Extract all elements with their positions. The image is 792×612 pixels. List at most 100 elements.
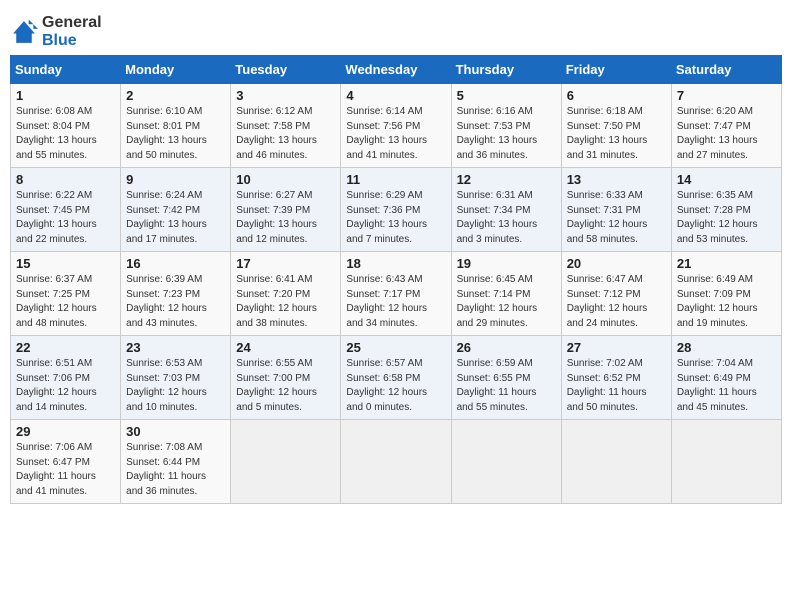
day-number: 15 bbox=[16, 256, 115, 271]
day-detail: Sunrise: 6:22 AM Sunset: 7:45 PM Dayligh… bbox=[16, 189, 115, 247]
calendar-day-cell: 18 Sunrise: 6:43 AM Sunset: 7:17 PM Dayl… bbox=[341, 252, 451, 336]
day-detail: Sunrise: 6:57 AM Sunset: 6:58 PM Dayligh… bbox=[346, 357, 445, 415]
day-number: 30 bbox=[126, 424, 225, 439]
day-number: 27 bbox=[567, 340, 666, 355]
day-detail: Sunrise: 6:41 AM Sunset: 7:20 PM Dayligh… bbox=[236, 273, 335, 331]
day-number: 8 bbox=[16, 172, 115, 187]
calendar-day-cell: 28 Sunrise: 7:04 AM Sunset: 6:49 PM Dayl… bbox=[671, 336, 781, 420]
day-number: 12 bbox=[457, 172, 556, 187]
day-detail: Sunrise: 6:16 AM Sunset: 7:53 PM Dayligh… bbox=[457, 105, 556, 163]
day-number: 19 bbox=[457, 256, 556, 271]
day-number: 22 bbox=[16, 340, 115, 355]
day-detail: Sunrise: 6:31 AM Sunset: 7:34 PM Dayligh… bbox=[457, 189, 556, 247]
day-number: 18 bbox=[346, 256, 445, 271]
day-number: 13 bbox=[567, 172, 666, 187]
calendar-day-cell: 2 Sunrise: 6:10 AM Sunset: 8:01 PM Dayli… bbox=[121, 84, 231, 168]
calendar-day-cell: 1 Sunrise: 6:08 AM Sunset: 8:04 PM Dayli… bbox=[11, 84, 121, 168]
day-detail: Sunrise: 6:49 AM Sunset: 7:09 PM Dayligh… bbox=[677, 273, 776, 331]
calendar-day-cell: 25 Sunrise: 6:57 AM Sunset: 6:58 PM Dayl… bbox=[341, 336, 451, 420]
day-number: 9 bbox=[126, 172, 225, 187]
day-number: 20 bbox=[567, 256, 666, 271]
day-number: 25 bbox=[346, 340, 445, 355]
weekday-header: Thursday bbox=[451, 56, 561, 84]
calendar-day-cell: 14 Sunrise: 6:35 AM Sunset: 7:28 PM Dayl… bbox=[671, 168, 781, 252]
day-detail: Sunrise: 6:33 AM Sunset: 7:31 PM Dayligh… bbox=[567, 189, 666, 247]
day-detail: Sunrise: 6:20 AM Sunset: 7:47 PM Dayligh… bbox=[677, 105, 776, 163]
calendar-day-cell: 24 Sunrise: 6:55 AM Sunset: 7:00 PM Dayl… bbox=[231, 336, 341, 420]
day-detail: Sunrise: 7:06 AM Sunset: 6:47 PM Dayligh… bbox=[16, 441, 115, 499]
day-detail: Sunrise: 6:35 AM Sunset: 7:28 PM Dayligh… bbox=[677, 189, 776, 247]
day-number: 2 bbox=[126, 88, 225, 103]
calendar-day-cell: 10 Sunrise: 6:27 AM Sunset: 7:39 PM Dayl… bbox=[231, 168, 341, 252]
day-number: 4 bbox=[346, 88, 445, 103]
day-detail: Sunrise: 6:39 AM Sunset: 7:23 PM Dayligh… bbox=[126, 273, 225, 331]
calendar-week-row: 22 Sunrise: 6:51 AM Sunset: 7:06 PM Dayl… bbox=[11, 336, 782, 420]
calendar-week-row: 8 Sunrise: 6:22 AM Sunset: 7:45 PM Dayli… bbox=[11, 168, 782, 252]
day-number: 7 bbox=[677, 88, 776, 103]
calendar-day-cell: 5 Sunrise: 6:16 AM Sunset: 7:53 PM Dayli… bbox=[451, 84, 561, 168]
day-number: 3 bbox=[236, 88, 335, 103]
weekday-header: Saturday bbox=[671, 56, 781, 84]
day-detail: Sunrise: 6:55 AM Sunset: 7:00 PM Dayligh… bbox=[236, 357, 335, 415]
calendar-week-row: 15 Sunrise: 6:37 AM Sunset: 7:25 PM Dayl… bbox=[11, 252, 782, 336]
day-number: 21 bbox=[677, 256, 776, 271]
calendar-day-cell: 21 Sunrise: 6:49 AM Sunset: 7:09 PM Dayl… bbox=[671, 252, 781, 336]
day-number: 28 bbox=[677, 340, 776, 355]
day-number: 17 bbox=[236, 256, 335, 271]
calendar-day-cell: 19 Sunrise: 6:45 AM Sunset: 7:14 PM Dayl… bbox=[451, 252, 561, 336]
logo-icon bbox=[10, 18, 38, 46]
day-detail: Sunrise: 6:47 AM Sunset: 7:12 PM Dayligh… bbox=[567, 273, 666, 331]
calendar-day-cell: 7 Sunrise: 6:20 AM Sunset: 7:47 PM Dayli… bbox=[671, 84, 781, 168]
weekday-header: Tuesday bbox=[231, 56, 341, 84]
calendar-day-cell: 11 Sunrise: 6:29 AM Sunset: 7:36 PM Dayl… bbox=[341, 168, 451, 252]
day-detail: Sunrise: 7:08 AM Sunset: 6:44 PM Dayligh… bbox=[126, 441, 225, 499]
calendar-day-cell: 27 Sunrise: 7:02 AM Sunset: 6:52 PM Dayl… bbox=[561, 336, 671, 420]
day-detail: Sunrise: 7:02 AM Sunset: 6:52 PM Dayligh… bbox=[567, 357, 666, 415]
weekday-header: Friday bbox=[561, 56, 671, 84]
day-number: 6 bbox=[567, 88, 666, 103]
calendar-day-cell bbox=[561, 420, 671, 504]
calendar-day-cell: 15 Sunrise: 6:37 AM Sunset: 7:25 PM Dayl… bbox=[11, 252, 121, 336]
day-detail: Sunrise: 6:51 AM Sunset: 7:06 PM Dayligh… bbox=[16, 357, 115, 415]
calendar-day-cell: 17 Sunrise: 6:41 AM Sunset: 7:20 PM Dayl… bbox=[231, 252, 341, 336]
calendar-day-cell: 20 Sunrise: 6:47 AM Sunset: 7:12 PM Dayl… bbox=[561, 252, 671, 336]
day-detail: Sunrise: 7:04 AM Sunset: 6:49 PM Dayligh… bbox=[677, 357, 776, 415]
calendar-day-cell: 16 Sunrise: 6:39 AM Sunset: 7:23 PM Dayl… bbox=[121, 252, 231, 336]
day-detail: Sunrise: 6:18 AM Sunset: 7:50 PM Dayligh… bbox=[567, 105, 666, 163]
day-number: 24 bbox=[236, 340, 335, 355]
weekday-header: Monday bbox=[121, 56, 231, 84]
calendar-day-cell: 9 Sunrise: 6:24 AM Sunset: 7:42 PM Dayli… bbox=[121, 168, 231, 252]
day-detail: Sunrise: 6:24 AM Sunset: 7:42 PM Dayligh… bbox=[126, 189, 225, 247]
calendar-day-cell: 3 Sunrise: 6:12 AM Sunset: 7:58 PM Dayli… bbox=[231, 84, 341, 168]
calendar-day-cell: 23 Sunrise: 6:53 AM Sunset: 7:03 PM Dayl… bbox=[121, 336, 231, 420]
day-detail: Sunrise: 6:43 AM Sunset: 7:17 PM Dayligh… bbox=[346, 273, 445, 331]
calendar-header-row: SundayMondayTuesdayWednesdayThursdayFrid… bbox=[11, 56, 782, 84]
day-number: 14 bbox=[677, 172, 776, 187]
day-number: 1 bbox=[16, 88, 115, 103]
day-detail: Sunrise: 6:10 AM Sunset: 8:01 PM Dayligh… bbox=[126, 105, 225, 163]
calendar-week-row: 1 Sunrise: 6:08 AM Sunset: 8:04 PM Dayli… bbox=[11, 84, 782, 168]
weekday-header: Sunday bbox=[11, 56, 121, 84]
calendar-day-cell: 4 Sunrise: 6:14 AM Sunset: 7:56 PM Dayli… bbox=[341, 84, 451, 168]
header: General Blue bbox=[10, 10, 782, 49]
logo-text: General Blue bbox=[42, 14, 102, 49]
calendar: SundayMondayTuesdayWednesdayThursdayFrid… bbox=[10, 55, 782, 504]
day-detail: Sunrise: 6:45 AM Sunset: 7:14 PM Dayligh… bbox=[457, 273, 556, 331]
day-detail: Sunrise: 6:53 AM Sunset: 7:03 PM Dayligh… bbox=[126, 357, 225, 415]
day-number: 16 bbox=[126, 256, 225, 271]
calendar-day-cell: 12 Sunrise: 6:31 AM Sunset: 7:34 PM Dayl… bbox=[451, 168, 561, 252]
logo: General Blue bbox=[10, 10, 102, 49]
calendar-day-cell: 26 Sunrise: 6:59 AM Sunset: 6:55 PM Dayl… bbox=[451, 336, 561, 420]
calendar-day-cell: 29 Sunrise: 7:06 AM Sunset: 6:47 PM Dayl… bbox=[11, 420, 121, 504]
day-number: 10 bbox=[236, 172, 335, 187]
calendar-day-cell bbox=[451, 420, 561, 504]
weekday-header: Wednesday bbox=[341, 56, 451, 84]
day-number: 23 bbox=[126, 340, 225, 355]
day-detail: Sunrise: 6:27 AM Sunset: 7:39 PM Dayligh… bbox=[236, 189, 335, 247]
day-detail: Sunrise: 6:59 AM Sunset: 6:55 PM Dayligh… bbox=[457, 357, 556, 415]
calendar-day-cell bbox=[671, 420, 781, 504]
calendar-day-cell: 30 Sunrise: 7:08 AM Sunset: 6:44 PM Dayl… bbox=[121, 420, 231, 504]
day-number: 26 bbox=[457, 340, 556, 355]
day-detail: Sunrise: 6:29 AM Sunset: 7:36 PM Dayligh… bbox=[346, 189, 445, 247]
day-detail: Sunrise: 6:14 AM Sunset: 7:56 PM Dayligh… bbox=[346, 105, 445, 163]
